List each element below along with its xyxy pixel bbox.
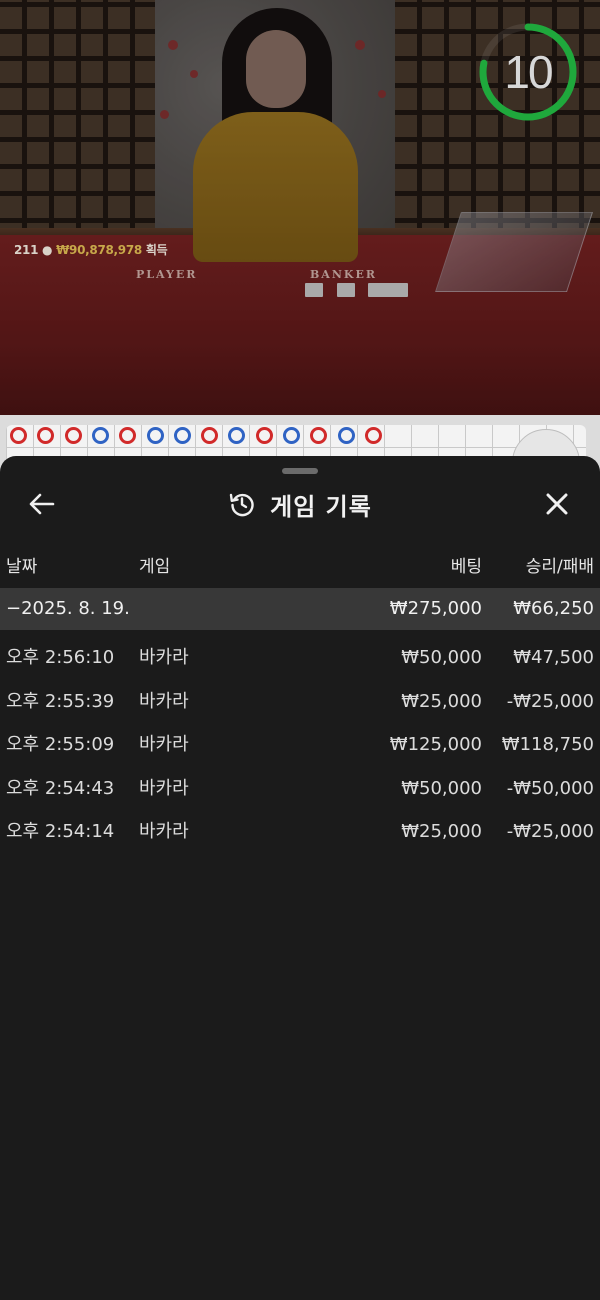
table-row[interactable]: 오후 2:54:43 바카라 ₩50,000 -₩50,000 [0,767,600,811]
bead-player [337,427,355,444]
column-header-game: 게임 [139,557,171,577]
close-icon [546,493,568,515]
row-game: 바카라 [139,734,189,755]
row-result: ₩118,750 [501,734,594,755]
table-row[interactable]: 오후 2:55:39 바카라 ₩25,000 -₩25,000 [0,680,600,724]
row-bet: ₩50,000 [401,647,482,668]
row-result: -₩50,000 [506,777,594,799]
bead-player [283,427,300,444]
row-game: 바카라 [139,647,189,668]
bead-banker [255,427,273,444]
row-bet: ₩125,000 [389,734,482,755]
winners-amount: ₩90,878,978 [56,243,142,257]
row-result: ₩47,500 [513,647,594,668]
close-button[interactable] [535,482,579,526]
history-rows: 오후 2:56:10 바카라 ₩50,000 ₩47,500 오후 2:55:3… [0,636,600,854]
live-video-stream: PLAYER BANKER 211 ● ₩90,878,978 획득 10 [0,0,600,415]
column-header-result: 승리/패배 [525,557,594,577]
bead-banker [201,427,219,444]
winners-suffix: 획득 [145,243,168,257]
table-row[interactable]: 오후 2:55:09 바카라 ₩125,000 ₩118,750 [0,723,600,767]
row-time: 오후 2:55:09 [6,734,115,755]
bead-banker [64,427,82,444]
game-history-sheet: 게임 기록 날짜 게임 베팅 승리/패배 −2025. 8. 19. ₩275,… [0,456,600,1300]
back-button[interactable] [20,482,64,526]
row-time: 오후 2:56:10 [6,647,115,668]
row-result: -₩25,000 [506,821,594,842]
bead-banker [10,427,27,444]
row-game: 바카라 [139,777,189,799]
row-time: 오후 2:54:14 [6,821,115,842]
table-row[interactable]: 오후 2:54:14 바카라 ₩25,000 -₩25,000 [0,810,600,854]
history-table-header: 날짜 게임 베팅 승리/패배 [0,552,600,588]
winners-count: 211 [14,243,39,257]
row-time: 오후 2:54:43 [6,777,115,799]
history-icon [229,493,254,517]
day-group-result-total: ₩66,250 [513,598,594,619]
bead-player [173,427,191,444]
sheet-drag-handle[interactable] [282,468,318,474]
bead-banker [364,427,382,444]
row-bet: ₩50,000 [401,777,482,799]
row-bet: ₩25,000 [401,690,482,712]
table-row[interactable]: 오후 2:56:10 바카라 ₩50,000 ₩47,500 [0,636,600,680]
bead-player [91,427,109,444]
column-header-bet: 베팅 [450,557,482,577]
countdown-number: 10 [504,46,553,98]
row-result: -₩25,000 [506,690,594,712]
day-group-row[interactable]: −2025. 8. 19. ₩275,000 ₩66,250 [0,588,600,630]
row-game: 바카라 [139,821,189,842]
day-group-bet-total: ₩275,000 [389,598,482,619]
sheet-title: 게임 기록 [270,492,372,521]
row-bet: ₩25,000 [401,821,482,842]
arrow-left-icon [29,493,55,515]
row-time: 오후 2:55:39 [6,690,115,712]
day-group-date: −2025. 8. 19. [6,598,130,619]
bead-player [146,427,164,444]
sheet-header: 게임 기록 [0,482,600,526]
winners-ticker: 211 ● ₩90,878,978 획득 [14,241,168,258]
row-game: 바카라 [139,690,189,712]
column-header-date: 날짜 [6,557,38,577]
person-icon: ● [42,243,53,257]
